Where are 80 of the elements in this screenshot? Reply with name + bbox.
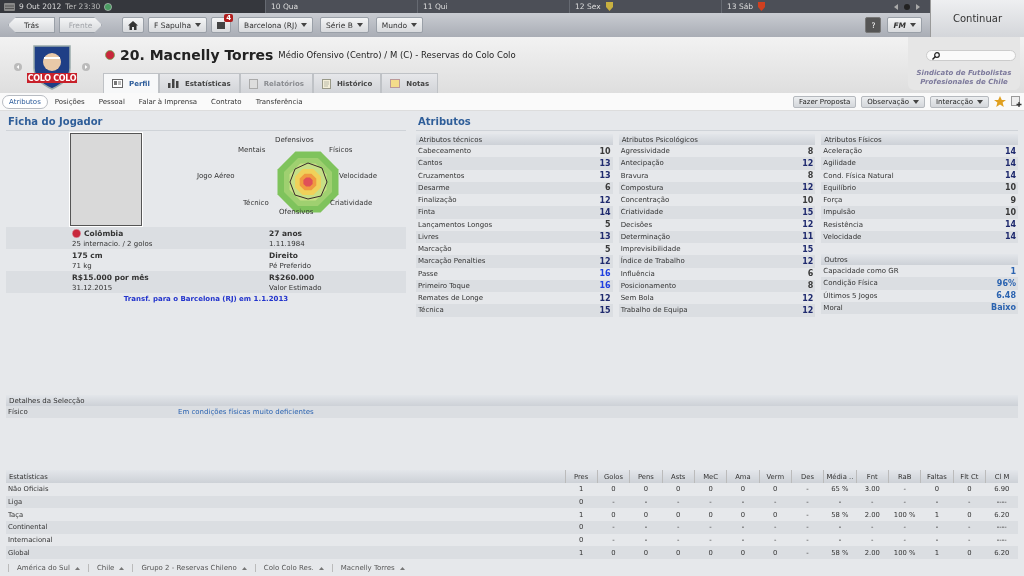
continue-button[interactable]: Continuar bbox=[930, 0, 1024, 37]
attribute-value: 8 bbox=[807, 281, 814, 291]
profile-card-icon bbox=[112, 79, 123, 88]
caret-icon bbox=[913, 99, 919, 104]
caret-up-icon bbox=[318, 566, 324, 570]
attribute-value: 14 bbox=[1004, 220, 1016, 230]
search-icon bbox=[932, 51, 940, 60]
section-heading: Ficha do Jogador bbox=[6, 111, 406, 131]
caret-icon bbox=[356, 23, 363, 27]
attribute-value: 16 bbox=[599, 269, 611, 279]
attribute-value: 12 bbox=[802, 256, 814, 266]
caret-icon bbox=[977, 99, 983, 104]
next-arrow-icon[interactable] bbox=[81, 63, 90, 71]
calendar-icon[interactable] bbox=[4, 2, 15, 11]
club-badge-icon bbox=[758, 2, 766, 11]
document-icon bbox=[248, 78, 258, 89]
attribute-value: 5 bbox=[605, 244, 611, 254]
attribute-value: 10 bbox=[599, 146, 611, 156]
attribute-value: 12 bbox=[599, 293, 611, 303]
attribute-value: 13 bbox=[599, 171, 611, 181]
attribute-value: 11 bbox=[802, 232, 814, 242]
attribute-value: 12 bbox=[599, 256, 611, 266]
attribute-value: 14 bbox=[1004, 146, 1016, 156]
caret-up-icon bbox=[74, 566, 80, 570]
attribute-value: 10 bbox=[1004, 183, 1016, 193]
attribute-value: 15 bbox=[599, 305, 611, 315]
bar-chart-icon bbox=[167, 79, 179, 88]
attribute-value: 13 bbox=[599, 232, 611, 242]
search-field[interactable] bbox=[926, 50, 1016, 61]
attribute-value: 12 bbox=[802, 158, 814, 168]
globe-icon bbox=[104, 2, 113, 11]
attribute-value: 6.48 bbox=[996, 291, 1016, 301]
envelope-icon bbox=[217, 21, 225, 29]
caret-icon bbox=[910, 23, 916, 27]
attribute-value: 8 bbox=[807, 146, 814, 156]
attribute-value: 16 bbox=[599, 281, 611, 291]
attribute-value: 12 bbox=[802, 293, 814, 303]
note-icon bbox=[390, 79, 401, 88]
attribute-value: 13 bbox=[599, 158, 611, 168]
attribute-value: 15 bbox=[802, 207, 814, 217]
attribute-value: 5 bbox=[605, 220, 611, 230]
attribute-value: 14 bbox=[1004, 232, 1016, 242]
star-icon[interactable] bbox=[994, 95, 1006, 108]
document-icon bbox=[321, 78, 331, 89]
attribute-value: 96% bbox=[996, 278, 1016, 288]
attribute-value: 6 bbox=[807, 269, 814, 279]
attribute-value: 14 bbox=[1004, 158, 1016, 168]
attribute-value: 1 bbox=[1010, 266, 1016, 276]
next-arrow-icon[interactable] bbox=[916, 3, 920, 10]
club-badge-icon bbox=[605, 2, 613, 11]
attribute-value: 15 bbox=[802, 244, 814, 254]
player-position: Médio Ofensivo (Centro) / M (C) - Reservas do Colo Colo bbox=[278, 50, 516, 60]
caret-up-icon bbox=[119, 566, 125, 570]
attribute-value: 10 bbox=[1004, 207, 1016, 217]
home-button[interactable] bbox=[122, 17, 144, 33]
attribute-value: 12 bbox=[802, 220, 814, 230]
home-icon bbox=[128, 20, 138, 30]
flag-icon bbox=[72, 228, 81, 238]
attribute-value: 9 bbox=[1010, 195, 1016, 205]
previous-arrow-icon[interactable] bbox=[894, 3, 898, 10]
attribute-value: 12 bbox=[599, 195, 611, 205]
previous-arrow-icon[interactable] bbox=[13, 63, 22, 71]
attribute-value: 10 bbox=[802, 195, 814, 205]
dot-icon[interactable] bbox=[904, 3, 910, 10]
attribute-value: Baixo bbox=[991, 303, 1016, 313]
player-name: 20. Macnelly Torres bbox=[120, 47, 274, 63]
attribute-value: 6 bbox=[605, 183, 611, 193]
add-note-icon[interactable] bbox=[1011, 96, 1022, 107]
caret-up-icon bbox=[399, 566, 405, 570]
attribute-value: 12 bbox=[802, 183, 814, 193]
caret-up-icon bbox=[241, 566, 247, 570]
caret-icon bbox=[195, 23, 201, 27]
attribute-value: 12 bbox=[802, 305, 814, 315]
attribute-value: 14 bbox=[599, 207, 611, 217]
caret-icon bbox=[301, 23, 308, 27]
attribute-value: 8 bbox=[807, 171, 814, 181]
section-heading: Atributos bbox=[416, 111, 1018, 131]
attribute-value: 14 bbox=[1004, 171, 1016, 181]
caret-icon bbox=[411, 23, 418, 27]
flag-icon bbox=[105, 50, 115, 60]
